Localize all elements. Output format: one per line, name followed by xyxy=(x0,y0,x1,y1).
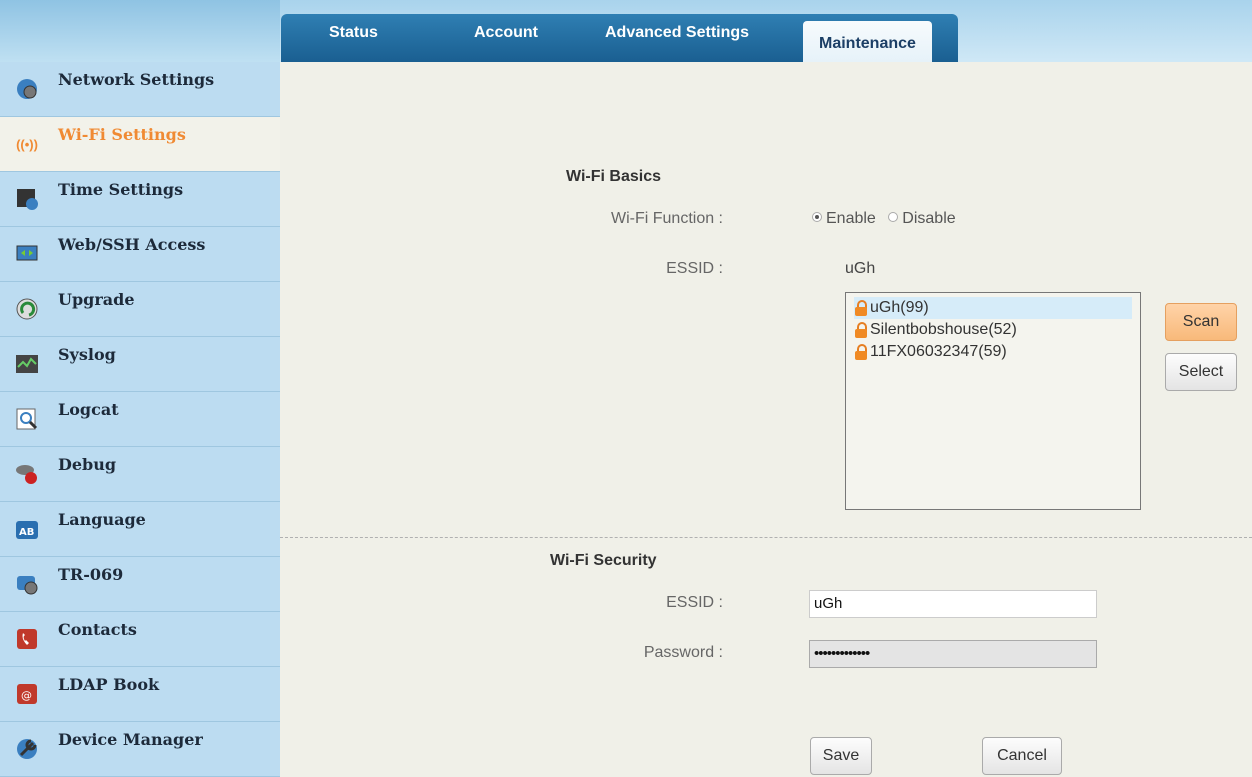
sidebar-item-label: Time Settings xyxy=(58,180,184,199)
logcat-icon xyxy=(14,406,40,432)
main-content: Wi-Fi Basics Wi-Fi Function : Enable Dis… xyxy=(280,62,1252,777)
sidebar-item-logcat[interactable]: Logcat xyxy=(0,392,280,447)
list-item[interactable]: 11FX06032347(59) xyxy=(854,341,1132,363)
sidebar-item-label: Language xyxy=(58,510,146,529)
sidebar-item-label: LDAP Book xyxy=(58,675,160,694)
lock-icon xyxy=(854,344,868,360)
sidebar-item-label: Web/SSH Access xyxy=(58,235,206,254)
essid-value: uGh xyxy=(845,260,876,277)
enable-radio-label: Enable xyxy=(826,210,876,227)
wifi-security-title: Wi-Fi Security xyxy=(550,552,657,569)
sidebar-item-language[interactable]: AB Language xyxy=(0,502,280,557)
save-button[interactable]: Save xyxy=(810,737,872,775)
ldap-book-icon: @ xyxy=(14,681,40,707)
select-button[interactable]: Select xyxy=(1165,353,1237,391)
network-settings-icon xyxy=(14,76,40,102)
list-item[interactable]: Silentbobshouse(52) xyxy=(854,319,1132,341)
sidebar-item-label: TR-069 xyxy=(58,565,124,584)
sidebar-item-label: Device Manager xyxy=(58,730,203,749)
device-manager-icon xyxy=(14,736,40,762)
section-divider xyxy=(280,537,1252,538)
tab-advanced-settings[interactable]: Advanced Settings xyxy=(605,24,749,42)
language-icon: AB xyxy=(14,516,40,542)
contacts-icon xyxy=(14,626,40,652)
top-bar: Status Account Advanced Settings Mainten… xyxy=(0,0,1252,62)
wifi-function-label: Wi-Fi Function : xyxy=(610,210,723,227)
tab-status[interactable]: Status xyxy=(329,24,378,42)
main-tabs: Status Account Advanced Settings Mainten… xyxy=(281,14,958,62)
tr069-icon xyxy=(14,571,40,597)
web-ssh-icon xyxy=(14,241,40,267)
sidebar-item-debug[interactable]: Debug xyxy=(0,447,280,502)
essid-label: ESSID : xyxy=(666,260,723,277)
tab-account[interactable]: Account xyxy=(474,24,538,42)
debug-icon xyxy=(14,461,40,487)
sidebar-item-time-settings[interactable]: Time Settings xyxy=(0,172,280,227)
password-label: Password : xyxy=(643,644,723,661)
security-essid-label: ESSID : xyxy=(666,594,723,611)
password-input[interactable]: ••••••••••••• xyxy=(809,640,1097,668)
sidebar-item-label: Network Settings xyxy=(58,70,215,89)
sidebar-item-contacts[interactable]: Contacts xyxy=(0,612,280,667)
scan-button[interactable]: Scan xyxy=(1165,303,1237,341)
network-list[interactable]: uGh(99) Silentbobshouse(52) 11FX06032347… xyxy=(845,292,1141,510)
sidebar-item-label: Upgrade xyxy=(58,290,135,309)
sidebar: Network Settings ((•)) Wi-Fi Settings Ti… xyxy=(0,62,280,777)
svg-text:@: @ xyxy=(21,689,32,702)
sidebar-item-upgrade[interactable]: Upgrade xyxy=(0,282,280,337)
lock-icon xyxy=(854,300,868,316)
wifi-icon: ((•)) xyxy=(16,136,38,152)
sidebar-item-label: Debug xyxy=(58,455,117,474)
sidebar-item-ldap-book[interactable]: @ LDAP Book xyxy=(0,667,280,722)
upgrade-icon xyxy=(14,296,40,322)
lock-icon xyxy=(854,322,868,338)
sidebar-item-network-settings[interactable]: Network Settings xyxy=(0,62,280,117)
wifi-basics-title: Wi-Fi Basics xyxy=(566,168,661,185)
sidebar-item-label: Logcat xyxy=(58,400,119,419)
disable-radio[interactable] xyxy=(888,211,899,222)
sidebar-item-label: Syslog xyxy=(58,345,116,364)
sidebar-item-web-ssh-access[interactable]: Web/SSH Access xyxy=(0,227,280,282)
logo-area xyxy=(0,0,280,62)
list-item[interactable]: uGh(99) xyxy=(854,297,1132,319)
sidebar-item-label: Contacts xyxy=(58,620,137,639)
disable-radio-label: Disable xyxy=(902,210,956,227)
wifi-function-radio-group: Enable Disable xyxy=(812,210,964,228)
sidebar-item-syslog[interactable]: Syslog xyxy=(0,337,280,392)
sidebar-item-device-manager[interactable]: Device Manager xyxy=(0,722,280,777)
cancel-button[interactable]: Cancel xyxy=(982,737,1062,775)
enable-radio[interactable] xyxy=(812,211,822,222)
syslog-icon xyxy=(14,351,40,377)
time-settings-icon xyxy=(14,186,40,212)
svg-text:AB: AB xyxy=(19,527,34,538)
tab-maintenance[interactable]: Maintenance xyxy=(803,21,932,62)
sidebar-item-tr069[interactable]: TR-069 xyxy=(0,557,280,612)
sidebar-item-wifi-settings[interactable]: ((•)) Wi-Fi Settings xyxy=(0,117,280,172)
sidebar-item-label: Wi-Fi Settings xyxy=(58,125,186,144)
essid-input[interactable]: uGh xyxy=(809,590,1097,618)
